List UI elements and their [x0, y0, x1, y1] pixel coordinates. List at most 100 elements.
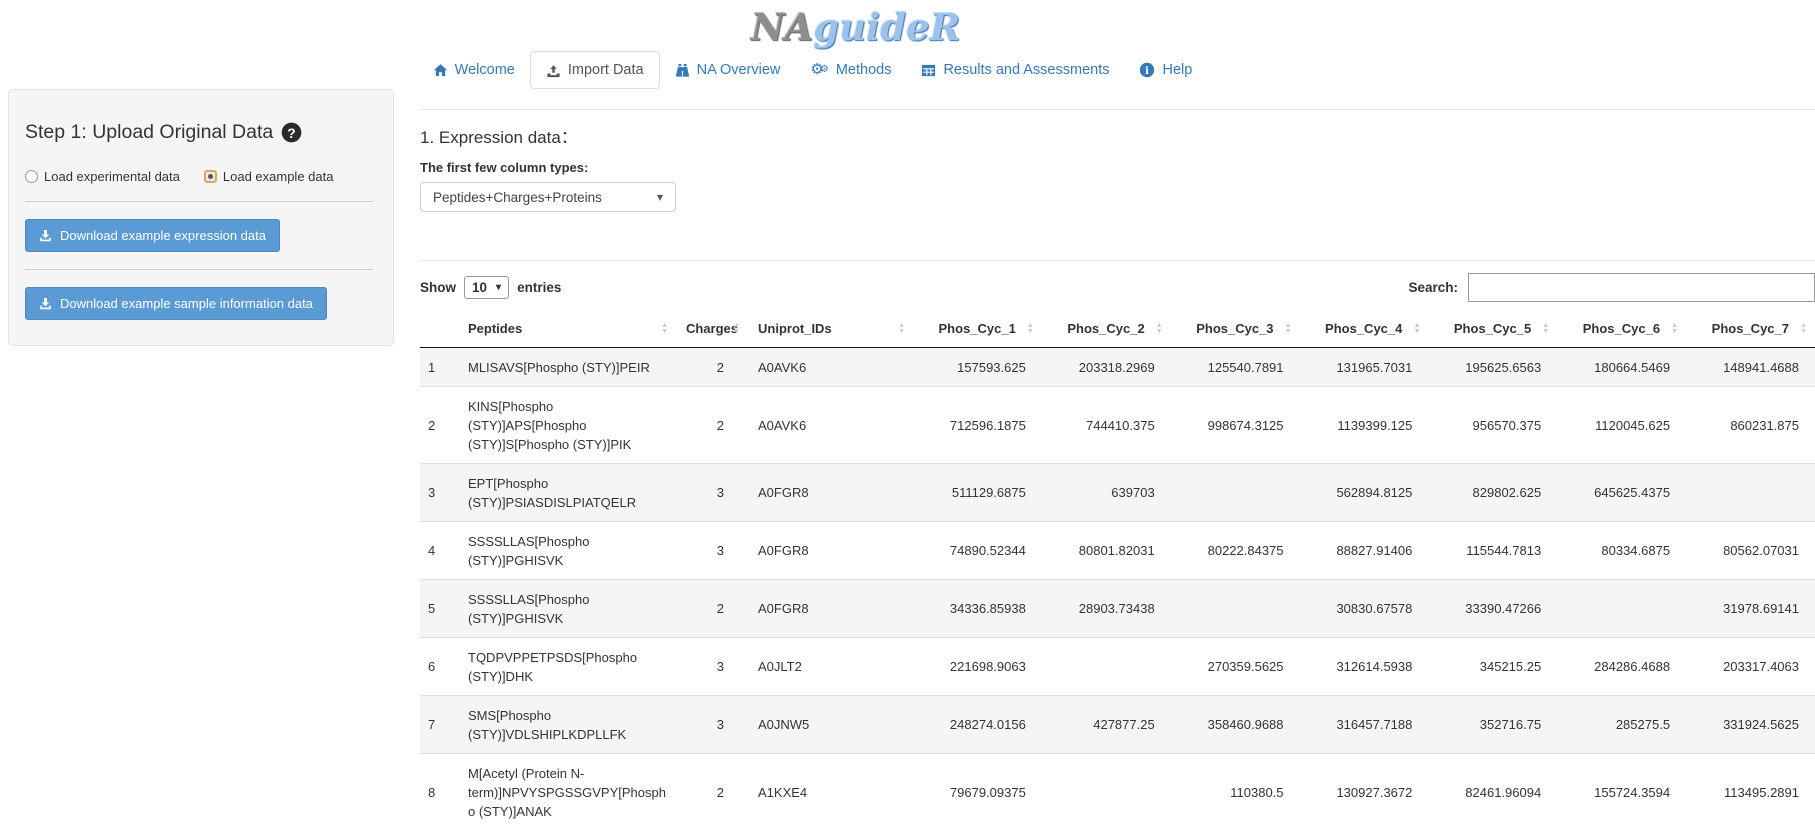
- column-header-label: Phos_Cyc_6: [1583, 321, 1660, 336]
- radio-selected-icon[interactable]: [204, 170, 217, 183]
- page-length-select[interactable]: 10 ▾: [464, 276, 509, 299]
- cell-phos_cyc_2: 744410.375: [1042, 387, 1171, 464]
- column-header-peptides[interactable]: Peptides▲▼: [458, 311, 676, 348]
- row-number: 1: [420, 348, 458, 387]
- cell-phos_cyc_6: 645625.4375: [1557, 464, 1686, 522]
- cell-phos_cyc_7: 113495.2891: [1686, 754, 1815, 826]
- main-nav: Welcome Import Data NA Overview ⚙⚙ Metho…: [0, 51, 1720, 89]
- cell-phos_cyc_5: 352716.75: [1428, 696, 1557, 754]
- cell-phos_cyc_4: 130927.3672: [1300, 754, 1429, 826]
- column-types-select[interactable]: Peptides+Charges+Proteins ▾: [420, 182, 676, 212]
- cell-phos_cyc_7: 203317.4063: [1686, 638, 1815, 696]
- button-label: Download example sample information data: [60, 296, 313, 311]
- cell-phos_cyc_1: 712596.1875: [913, 387, 1042, 464]
- column-header-rownum: [420, 311, 458, 348]
- row-number: 5: [420, 580, 458, 638]
- cell-uniprot_ids: A0JNW5: [748, 696, 913, 754]
- svg-text:i: i: [1145, 65, 1149, 77]
- question-circle-icon[interactable]: ?: [281, 122, 302, 143]
- row-number: 8: [420, 754, 458, 826]
- cell-phos_cyc_4: 562894.8125: [1300, 464, 1429, 522]
- info-circle-icon: i: [1139, 62, 1155, 78]
- section-title: 1. Expression data：: [420, 123, 1815, 148]
- cell-phos_cyc_3: 110380.5: [1171, 754, 1300, 826]
- data-source-radio-group: Load experimental data Load example data: [25, 169, 373, 184]
- tab-label: Methods: [836, 62, 892, 78]
- tab-label: Import Data: [568, 62, 644, 78]
- download-icon: [39, 297, 52, 310]
- cell-phos_cyc_5: 115544.7813: [1428, 522, 1557, 580]
- column-header-phos_cyc_7[interactable]: Phos_Cyc_7▲▼: [1686, 311, 1815, 348]
- column-types-selected-value: Peptides+Charges+Proteins: [433, 190, 602, 205]
- tab-na-overview[interactable]: NA Overview: [660, 52, 796, 88]
- cell-phos_cyc_6: 285275.5: [1557, 696, 1686, 754]
- column-header-charges[interactable]: Charges▲▼: [676, 311, 748, 348]
- radio-label[interactable]: Load experimental data: [44, 169, 180, 184]
- cell-peptides: KINS[Phospho (STY)]APS[Phospho (STY)]S[P…: [458, 387, 676, 464]
- search-label: Search:: [1408, 280, 1458, 295]
- cell-phos_cyc_1: 79679.09375: [913, 754, 1042, 826]
- panel-title-text: Step 1: Upload Original Data: [25, 121, 273, 144]
- radio-unselected-icon[interactable]: [25, 170, 38, 183]
- column-header-phos_cyc_3[interactable]: Phos_Cyc_3▲▼: [1171, 311, 1300, 348]
- download-example-sample-information-data-button[interactable]: Download example sample information data: [25, 287, 327, 320]
- column-header-label: Phos_Cyc_5: [1454, 321, 1531, 336]
- tab-label: Welcome: [455, 62, 515, 78]
- row-number: 7: [420, 696, 458, 754]
- column-header-label: Uniprot_IDs: [758, 321, 832, 336]
- radio-load-experimental-data[interactable]: Load experimental data: [25, 169, 180, 184]
- app-header: NAguideR Welcome Import Data NA Overview: [0, 0, 1815, 89]
- column-header-uniprot_ids[interactable]: Uniprot_IDs▲▼: [748, 311, 913, 348]
- cell-phos_cyc_1: 248274.0156: [913, 696, 1042, 754]
- cell-phos_cyc_5: 195625.6563: [1428, 348, 1557, 387]
- download-example-expression-data-button[interactable]: Download example expression data: [25, 219, 280, 252]
- cell-phos_cyc_6: 80334.6875: [1557, 522, 1686, 580]
- tab-import-data[interactable]: Import Data: [530, 51, 660, 89]
- tab-welcome[interactable]: Welcome: [418, 52, 530, 88]
- tab-methods[interactable]: ⚙⚙ Methods: [795, 52, 906, 88]
- radio-label[interactable]: Load example data: [223, 169, 334, 184]
- column-header-phos_cyc_2[interactable]: Phos_Cyc_2▲▼: [1042, 311, 1171, 348]
- search-input[interactable]: [1468, 273, 1815, 302]
- app-logo: NAguideR: [0, 0, 1763, 49]
- cell-uniprot_ids: A1KXE4: [748, 754, 913, 826]
- cell-phos_cyc_7: 31978.69141: [1686, 580, 1815, 638]
- cell-phos_cyc_6: 284286.4688: [1557, 638, 1686, 696]
- cell-phos_cyc_2: 427877.25: [1042, 696, 1171, 754]
- column-header-phos_cyc_1[interactable]: Phos_Cyc_1▲▼: [913, 311, 1042, 348]
- cell-phos_cyc_3: 998674.3125: [1171, 387, 1300, 464]
- tab-help[interactable]: i Help: [1124, 52, 1207, 88]
- datatable-controls: Show 10 ▾ entries Search:: [420, 273, 1815, 302]
- tab-results-and-assessments[interactable]: Results and Assessments: [906, 52, 1124, 88]
- entries-length-control: Show 10 ▾ entries: [420, 276, 561, 299]
- column-header-phos_cyc_4[interactable]: Phos_Cyc_4▲▼: [1300, 311, 1429, 348]
- column-header-phos_cyc_5[interactable]: Phos_Cyc_5 ▲▼: [1428, 311, 1557, 348]
- cell-uniprot_ids: A0AVK6: [748, 387, 913, 464]
- svg-text:?: ?: [288, 126, 296, 141]
- row-number: 6: [420, 638, 458, 696]
- radio-load-example-data[interactable]: Load example data: [204, 169, 334, 184]
- sort-icons: ▲▼: [1542, 323, 1549, 335]
- cell-charges: 3: [676, 522, 748, 580]
- divider: [420, 260, 1815, 261]
- sort-icons: ▲▼: [1156, 323, 1163, 335]
- cell-charges: 3: [676, 464, 748, 522]
- cell-phos_cyc_3: 270359.5625: [1171, 638, 1300, 696]
- column-header-phos_cyc_6[interactable]: Phos_Cyc_6▲▼: [1557, 311, 1686, 348]
- cell-uniprot_ids: A0JLT2: [748, 638, 913, 696]
- cell-phos_cyc_3: 80222.84375: [1171, 522, 1300, 580]
- page-content: Step 1: Upload Original Data ? Load expe…: [0, 89, 1815, 826]
- cell-phos_cyc_7: 148941.4688: [1686, 348, 1815, 387]
- caret-down-icon: ▾: [496, 282, 501, 293]
- cell-phos_cyc_1: 157593.625: [913, 348, 1042, 387]
- cell-phos_cyc_1: 34336.85938: [913, 580, 1042, 638]
- cell-phos_cyc_7: [1686, 464, 1815, 522]
- cell-phos_cyc_5: 829802.625: [1428, 464, 1557, 522]
- table-row: 3EPT[Phospho (STY)]PSIASDISLPIATQELR3A0F…: [420, 464, 1815, 522]
- sort-icons: ▲▼: [1285, 323, 1292, 335]
- cell-phos_cyc_1: 221698.9063: [913, 638, 1042, 696]
- cell-peptides: M[Acetyl (Protein N-term)]NPVYSPGSSGVPY[…: [458, 754, 676, 826]
- cell-phos_cyc_2: 639703: [1042, 464, 1171, 522]
- cell-peptides: SSSSLLAS[Phospho (STY)]PGHISVK: [458, 522, 676, 580]
- cell-uniprot_ids: A0AVK6: [748, 348, 913, 387]
